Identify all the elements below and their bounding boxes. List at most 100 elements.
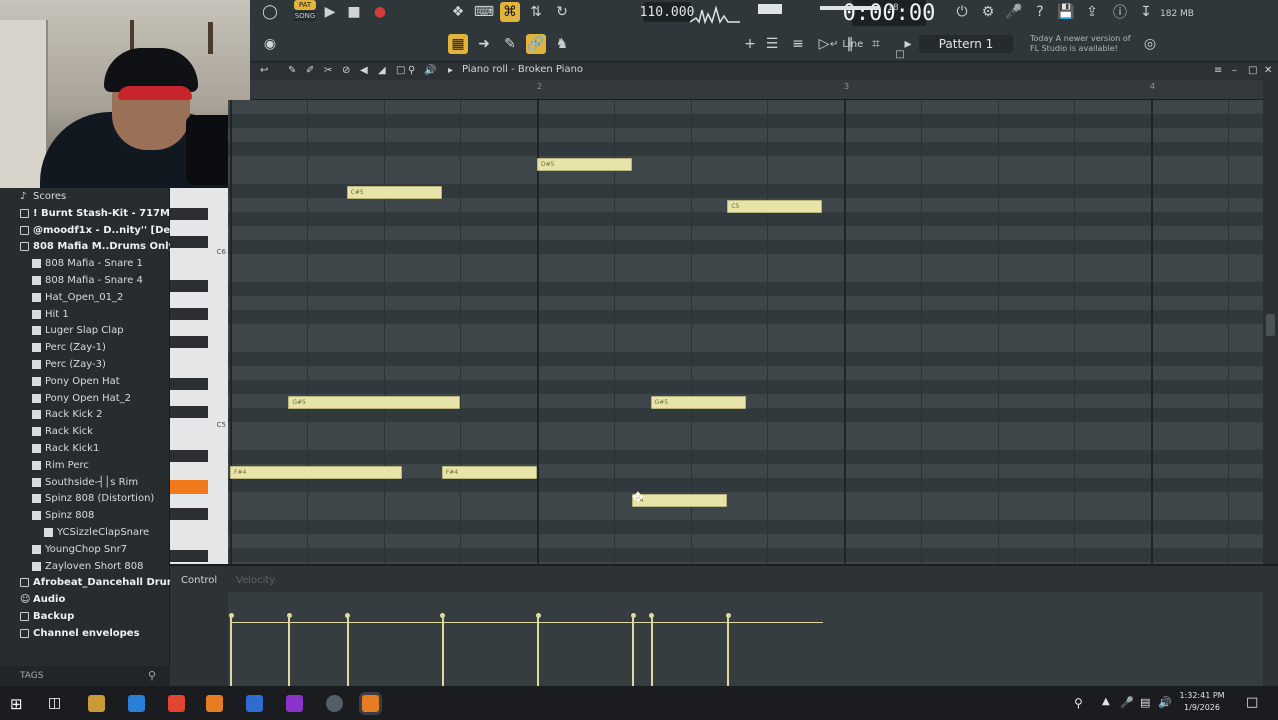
tap-tempo-icon[interactable]: ❖ [448,2,468,22]
search-icon[interactable]: ⚲ [148,669,156,682]
browser-item[interactable]: Zayloven Short 808 [32,561,143,572]
browser-item[interactable]: Rim Perc [32,460,89,471]
info-icon[interactable]: ⓘ [1110,2,1130,22]
browser-item[interactable]: Luger Slap Clap [32,325,124,336]
song-mode-button[interactable]: SONG [294,11,316,21]
note[interactable]: F4 [632,494,728,507]
playlist-icon[interactable]: ☰ [762,34,782,54]
news-panel[interactable]: Today A newer version of FL Studio is av… [1030,32,1132,56]
browser-item[interactable]: @moodf1x - D..nity'' [Demo] [20,225,192,236]
pat-mode-button[interactable]: PAT [294,0,316,10]
master-volume-slider[interactable] [758,4,782,14]
highlighted-key[interactable] [170,480,208,494]
velocity-bar[interactable] [441,615,444,688]
save-icon[interactable]: 💾 [1056,2,1076,22]
arrow-icon[interactable]: ➜ [474,34,494,54]
step-edit-icon[interactable]: ⌘ [500,2,520,22]
system-clock[interactable]: 1:32:41 PM 1/9/2026 [1172,690,1232,714]
note[interactable]: D#5 [537,158,633,171]
velocity-handle[interactable] [535,613,541,619]
playback-tool-icon[interactable]: 🔊 [424,65,436,77]
pencil-tool-icon[interactable]: ✎ [288,65,300,77]
tempo-display[interactable]: 110.000 [640,2,694,22]
help-icon[interactable]: ? [1030,2,1050,22]
velocity-handle[interactable] [630,613,636,619]
zoom-tool-icon[interactable]: ⚲ [408,65,420,77]
note[interactable]: G#5 [288,396,461,409]
draw-tool-icon[interactable]: ✎ [500,34,520,54]
pattern-selector[interactable]: Pattern 1 [919,35,1013,53]
browser-item[interactable]: Backup [20,611,74,622]
browser-item[interactable]: ☺ Audio [20,594,65,605]
browser-item[interactable]: Hat_Open_01_2 [32,292,123,303]
black-key[interactable] [170,336,208,348]
velocity-handle[interactable] [345,613,351,619]
note[interactable]: C#5 [346,186,442,199]
velocity-bar[interactable] [288,615,291,688]
black-key[interactable] [170,508,208,520]
browser-item[interactable]: Rack Kick 2 [32,409,103,420]
black-key[interactable] [170,450,208,462]
scrollbar-thumb[interactable] [1266,314,1275,336]
volume-icon[interactable]: 🔊 [1158,696,1172,709]
maximize-icon[interactable]: □ [1248,65,1260,77]
black-key[interactable] [170,236,208,248]
velocity-bar[interactable] [727,615,730,688]
browser-item[interactable]: Rack Kick [32,426,93,437]
task-view-icon[interactable]: ◫ [48,695,65,712]
browser-icon[interactable]: ⌗ [866,34,886,54]
black-key[interactable] [170,550,208,562]
wifi-icon[interactable]: ▤ [1140,696,1150,709]
arrow-back-icon[interactable]: ↩ [260,65,272,77]
select-tool-icon[interactable]: □ [396,65,408,77]
control-target[interactable]: Velocity [236,575,275,586]
fl-studio-taskbar-icon[interactable] [206,695,223,712]
channel-rack-icon[interactable]: ≡ [788,34,808,54]
network-icon[interactable]: ⚲ [1074,696,1083,710]
velocity-handle[interactable] [228,613,234,619]
vertical-scrollbar[interactable] [1263,80,1278,564]
store-icon[interactable] [246,695,263,712]
velocity-handle[interactable] [649,613,655,619]
delete-tool-icon[interactable]: ✂ [324,65,336,77]
speaker-icon[interactable]: ▸ [448,65,460,77]
velocity-bar[interactable] [632,615,635,688]
piano-roll-view-icon[interactable]: ▦ [448,34,468,54]
stop-icon[interactable]: ■ [344,2,364,22]
close-icon[interactable]: ✕ [1264,65,1276,77]
window-options-icon[interactable]: ≡ [1214,65,1226,77]
browser-item[interactable]: 808 Mafia - Snare 1 [32,258,143,269]
mail-icon[interactable] [128,695,145,712]
browser-item[interactable]: Spinz 808 (Distortion) [32,493,154,504]
link-icon[interactable]: 🔗 [526,34,546,54]
black-key[interactable] [170,406,208,418]
fl-studio-active-icon[interactable] [362,695,379,712]
blend-notes-icon[interactable]: ⇅ [526,2,546,22]
browser-item[interactable]: Pony Open Hat [32,376,120,387]
note[interactable]: F#4 [441,466,537,479]
add-pattern-icon[interactable]: + [740,34,760,54]
note-grid[interactable]: D#5 C#5 C5 G#5 G#5 F#4 F#4 F4 ✥ [228,100,1263,564]
velocity-handle[interactable] [286,613,292,619]
timeline-ruler[interactable]: 2 3 4 [250,80,1278,100]
control-label[interactable]: Control [181,575,217,586]
record-icon[interactable]: ● [370,2,390,22]
browser-item[interactable]: Hit 1 [32,309,69,320]
microphone-tray-icon[interactable]: 🎤 [1120,696,1134,709]
loop-record-icon[interactable]: ↻ [552,2,572,22]
browser-item[interactable]: Perc (Zay-1) [32,342,106,353]
browser-item[interactable]: Channel envelopes [20,628,140,639]
browser-item[interactable]: Pony Open Hat_2 [32,393,131,404]
velocity-bar[interactable] [230,615,232,688]
mixer-icon[interactable]: ▷ [814,34,834,54]
metronome-icon[interactable]: ◉ [260,34,280,54]
browser-item[interactable]: 808 Mafia M..Drums Only) [20,241,180,252]
power-icon[interactable]: ⏻ [952,2,972,22]
play-icon[interactable]: ▶ [320,2,340,22]
file-explorer-icon[interactable] [88,695,105,712]
typing-keyboard-icon[interactable]: ⌨ [474,2,494,22]
minimize-icon[interactable]: – [1232,65,1244,77]
microphone-icon[interactable]: 🎤 [1004,2,1024,22]
windows-start-icon[interactable]: ⊞ [10,695,27,713]
velocity-lane[interactable] [228,592,1263,688]
